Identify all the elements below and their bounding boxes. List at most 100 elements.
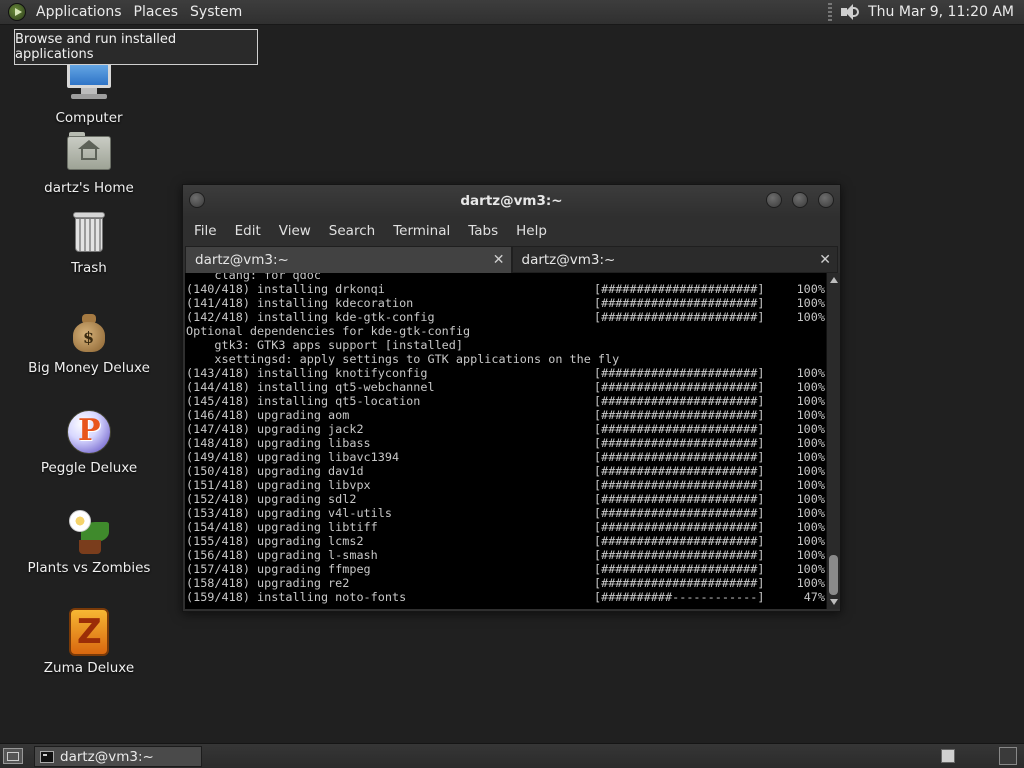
menu-tabs[interactable]: Tabs — [459, 223, 507, 239]
terminal-line-text: (156/418) upgrading l-smash — [186, 548, 378, 562]
terminal-line: (156/418) upgrading l-smash [############… — [186, 548, 826, 562]
close-icon[interactable]: ✕ — [819, 252, 831, 268]
terminal-output[interactable]: clang: for qdoc (140/418) installing drko… — [185, 273, 826, 609]
system-menu[interactable]: System — [186, 4, 250, 20]
progress-bar-text: [######################] — [594, 436, 765, 450]
desktop-icon-label: Big Money Deluxe — [28, 360, 150, 376]
terminal-line-text: (155/418) upgrading lcms2 — [186, 534, 364, 548]
gnome-foot-icon[interactable] — [8, 3, 26, 21]
panel-drag-handle[interactable] — [828, 3, 833, 21]
terminal-line-text: (142/418) installing kde-gtk-config — [186, 310, 435, 324]
progress-bar-text: [######################] — [594, 562, 765, 576]
places-menu[interactable]: Places — [130, 4, 187, 20]
terminal-line-text: (151/418) upgrading libvpx — [186, 478, 371, 492]
progress-bar-text: [######################] — [594, 464, 765, 478]
progress-bar-text: [######################] — [594, 366, 765, 380]
progress-bar-text: [######################] — [594, 394, 765, 408]
terminal-line: (151/418) upgrading libvpx [#############… — [186, 478, 826, 492]
progress-percent: 100% — [796, 548, 825, 562]
desktop-icon-zuma-deluxe[interactable]: Z Zuma Deluxe — [14, 608, 164, 676]
clock[interactable]: Thu Mar 9, 11:20 AM — [868, 4, 1014, 20]
terminal-line-text: gtk3: GTK3 apps support [installed] — [186, 338, 463, 352]
terminal-line-text: (150/418) upgrading dav1d — [186, 464, 364, 478]
progress-bar-text: [######################] — [594, 310, 765, 324]
desktop-icon-label: Zuma Deluxe — [43, 660, 135, 676]
window-menu-icon[interactable] — [189, 192, 205, 208]
terminal-scrollbar[interactable] — [826, 273, 840, 609]
terminal-line: (153/418) upgrading v4l-utils [##########… — [186, 506, 826, 520]
terminal-line-text: (154/418) upgrading libtiff — [186, 520, 378, 534]
terminal-window[interactable]: dartz@vm3:~ File Edit View Search Termin… — [182, 184, 841, 612]
desktop-icon-computer[interactable]: Computer — [14, 58, 164, 126]
desktop-icon-label: Plants vs Zombies — [27, 560, 151, 576]
progress-percent: 47% — [803, 590, 825, 604]
progress-percent: 100% — [796, 534, 825, 548]
desktop-icon-label: Peggle Deluxe — [40, 460, 138, 476]
progress-bar-text: [######################] — [594, 492, 765, 506]
trash-applet-icon[interactable] — [999, 747, 1017, 765]
progress-percent: 100% — [796, 492, 825, 506]
scrollbar-thumb[interactable] — [829, 555, 838, 595]
desktop-icon-big-money-deluxe[interactable]: $ Big Money Deluxe — [14, 308, 164, 376]
tab-label: dartz@vm3:~ — [195, 252, 289, 268]
terminal-line: (158/418) upgrading re2 [################… — [186, 576, 826, 590]
show-desktop-icon[interactable] — [3, 748, 23, 764]
plants-vs-zombies-icon — [65, 508, 113, 556]
workspace-switcher[interactable] — [941, 749, 955, 763]
close-window-icon[interactable] — [818, 192, 834, 208]
menu-view[interactable]: View — [270, 223, 320, 239]
volume-icon[interactable] — [840, 3, 860, 21]
menu-file[interactable]: File — [185, 223, 226, 239]
applications-menu[interactable]: Applications — [32, 4, 130, 20]
terminal-line: (146/418) upgrading aom [################… — [186, 408, 826, 422]
tab-1[interactable]: dartz@vm3:~ ✕ — [185, 246, 512, 273]
progress-percent: 100% — [796, 576, 825, 590]
window-titlebar[interactable]: dartz@vm3:~ — [183, 185, 840, 217]
tab-label: dartz@vm3:~ — [521, 251, 616, 268]
progress-percent: 100% — [796, 282, 825, 296]
terminal-line-text: (141/418) installing kdecoration — [186, 296, 414, 310]
progress-percent: 100% — [796, 296, 825, 310]
desktop-icon-trash[interactable]: Trash — [14, 208, 164, 276]
terminal-line: (157/418) upgrading ffmpeg [#############… — [186, 562, 826, 576]
minimize-icon[interactable] — [766, 192, 782, 208]
progress-bar-text: [##########------------] — [594, 590, 765, 604]
terminal-line: (154/418) upgrading libtiff [############… — [186, 520, 826, 534]
terminal-line: (155/418) upgrading lcms2 [##############… — [186, 534, 826, 548]
terminal-line: (142/418) installing kde-gtk-config [####… — [186, 310, 826, 324]
tab-2[interactable]: dartz@vm3:~ ✕ — [511, 246, 838, 273]
top-panel: Applications Places System Thu Mar 9, 11… — [0, 0, 1024, 25]
terminal-line: gtk3: GTK3 apps support [installed] — [186, 338, 826, 352]
terminal-line-text: (158/418) upgrading re2 — [186, 576, 350, 590]
scroll-down-icon[interactable] — [830, 599, 838, 605]
terminal-line: (144/418) installing qt5-webchannel [####… — [186, 380, 826, 394]
progress-bar-text: [######################] — [594, 534, 765, 548]
taskbar-window-label: dartz@vm3:~ — [60, 748, 154, 765]
maximize-icon[interactable] — [792, 192, 808, 208]
close-icon[interactable]: ✕ — [493, 252, 505, 268]
scroll-up-icon[interactable] — [830, 277, 838, 283]
progress-bar-text: [######################] — [594, 506, 765, 520]
desktop-icon-home[interactable]: dartz's Home — [14, 128, 164, 196]
terminal-line-text: (149/418) upgrading libavc1394 — [186, 450, 400, 464]
peggle-icon: P — [65, 408, 113, 456]
bottom-panel: dartz@vm3:~ — [0, 743, 1024, 768]
terminal-line-text: clang: for qdoc — [186, 273, 321, 282]
menu-search[interactable]: Search — [320, 223, 384, 239]
terminal-line: xsettingsd: apply settings to GTK applic… — [186, 352, 826, 366]
progress-percent: 100% — [796, 506, 825, 520]
menu-terminal[interactable]: Terminal — [384, 223, 459, 239]
desktop-icon-plants-vs-zombies[interactable]: Plants vs Zombies — [14, 508, 164, 576]
progress-bar-text: [######################] — [594, 408, 765, 422]
menu-help[interactable]: Help — [507, 223, 556, 239]
zuma-icon: Z — [65, 608, 113, 656]
desktop-icon-peggle-deluxe[interactable]: P Peggle Deluxe — [14, 408, 164, 476]
menu-edit[interactable]: Edit — [226, 223, 270, 239]
progress-bar-text: [######################] — [594, 380, 765, 394]
terminal-line: (149/418) upgrading libavc1394 [#########… — [186, 450, 826, 464]
taskbar-window-button[interactable]: dartz@vm3:~ — [34, 746, 202, 767]
terminal-line-text: xsettingsd: apply settings to GTK applic… — [186, 352, 620, 366]
terminal-line: Optional dependencies for kde-gtk-config — [186, 324, 826, 338]
terminal-icon — [40, 750, 54, 763]
progress-percent: 100% — [796, 380, 825, 394]
